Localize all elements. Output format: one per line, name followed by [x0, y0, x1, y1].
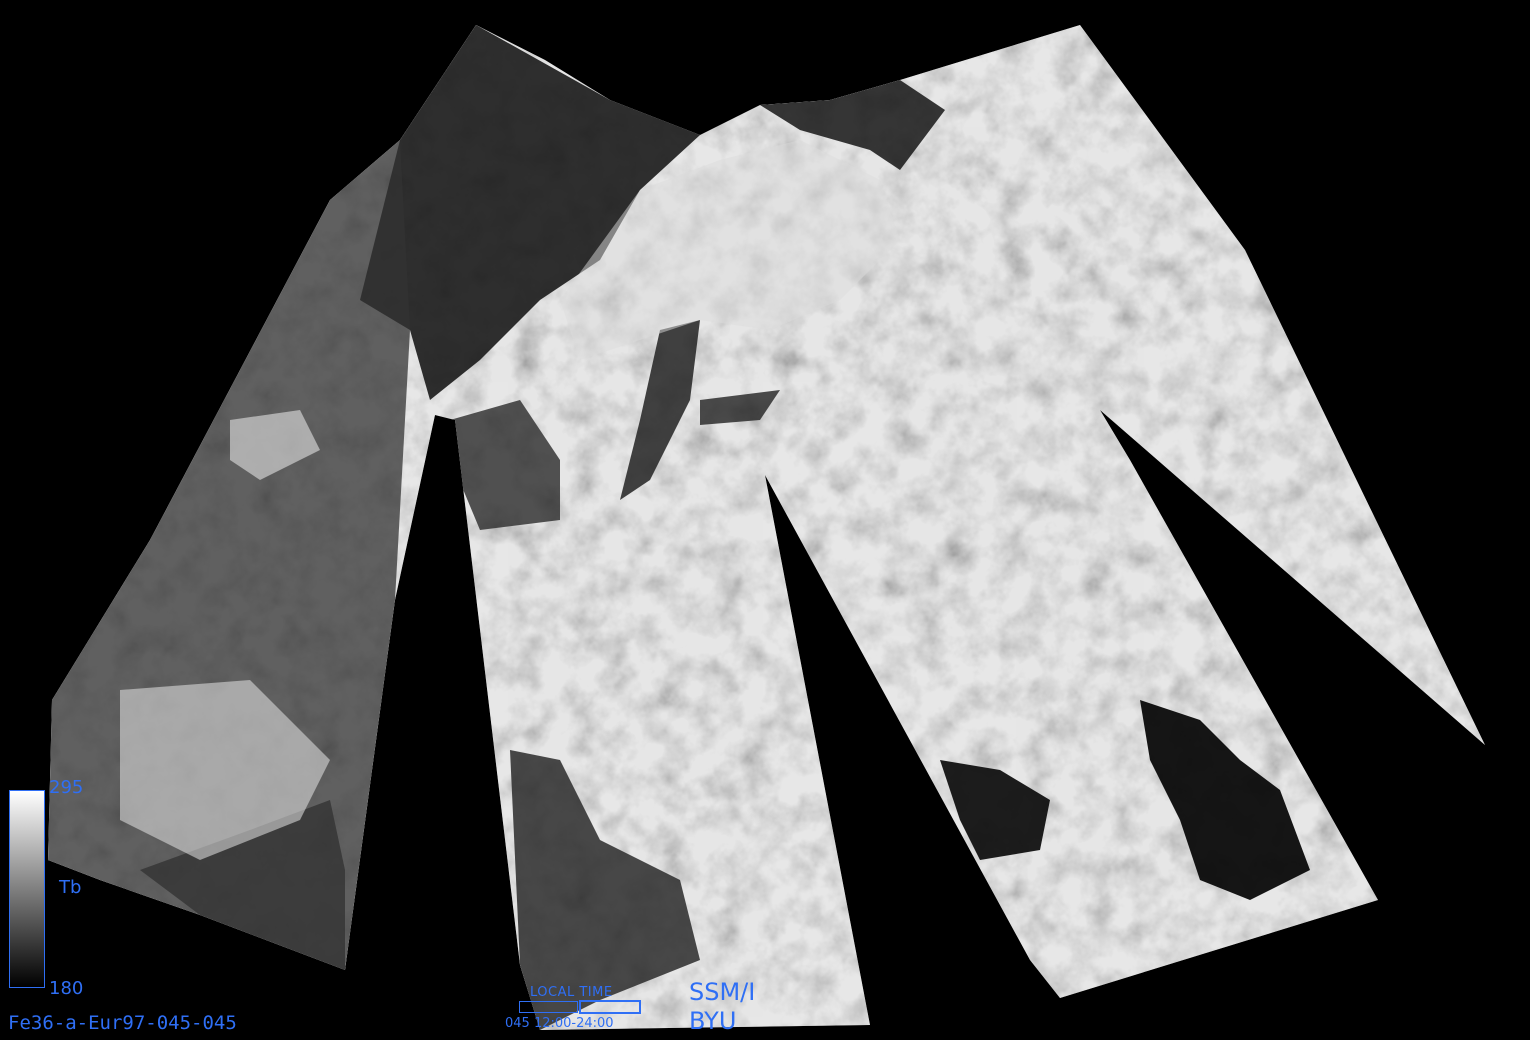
- local-time-value: 045 12:00-24:00: [505, 1016, 614, 1031]
- sensor-label: SSM/I: [689, 978, 756, 1006]
- organization-label: BYU: [689, 1007, 737, 1035]
- file-identifier: Fe36-a-Eur97-045-045: [8, 1012, 237, 1034]
- colorbar: [9, 790, 45, 988]
- colorbar-max-label: 295: [49, 777, 84, 798]
- local-time-label: LOCAL TIME: [530, 985, 613, 1000]
- local-time-evening-box: [579, 1000, 641, 1014]
- colorbar-variable-label: Tb: [59, 877, 82, 898]
- local-time-morning-box: [519, 1001, 578, 1013]
- colorbar-min-label: 180: [49, 978, 84, 999]
- brightness-temperature-map: [0, 0, 1530, 1040]
